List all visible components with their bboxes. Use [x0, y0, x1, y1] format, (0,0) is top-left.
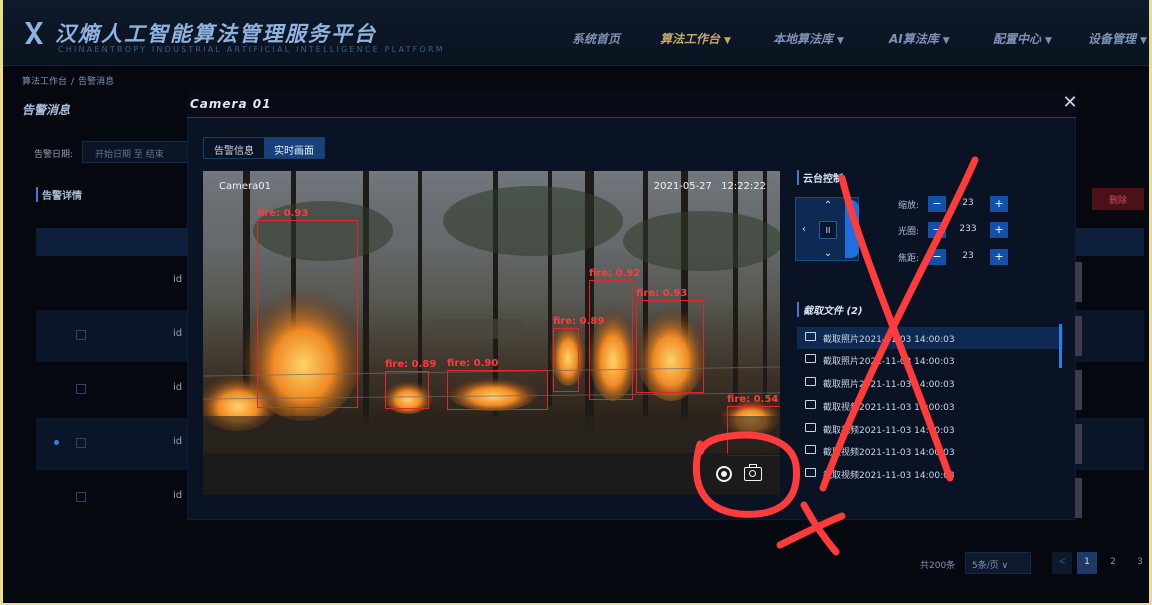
- video-timestamp: 2021-05-27 12:22:22: [653, 181, 766, 192]
- alert-date-label: 告警日期:: [34, 150, 74, 160]
- ptz-control-title: 云台控制: [797, 170, 843, 185]
- captured-files-title: 截取文件 (2): [797, 302, 863, 317]
- image-icon: [805, 332, 816, 341]
- close-icon[interactable]: ✕: [1060, 92, 1080, 114]
- background-row-bar: [1075, 262, 1081, 302]
- fire-detection-box: fire: 0.89: [553, 316, 604, 392]
- live-video: Camera01 2021-05-27 12:22:22 fire: 0.93 …: [203, 171, 780, 495]
- video-icon: [805, 468, 816, 477]
- row-checkbox[interactable]: [76, 384, 86, 394]
- nav-ai-algorithm-library[interactable]: AI算法库 ▼: [889, 30, 950, 47]
- focus-plus-button[interactable]: +: [990, 249, 1008, 265]
- page-size-select[interactable]: 5条/页 ∨: [965, 552, 1031, 574]
- fire-detection-box: fire: 0.92: [589, 268, 640, 400]
- unread-dot: [54, 440, 59, 445]
- background-row-bar: [1075, 424, 1081, 464]
- tab-alert-info[interactable]: 告警信息: [204, 138, 264, 158]
- delete-button[interactable]: 删除: [1092, 188, 1144, 210]
- pager-page-3[interactable]: 3: [1130, 552, 1150, 574]
- fire-detection-box: fire: 0.90: [447, 358, 548, 410]
- alert-details-title: 告警详情: [36, 187, 82, 202]
- modal-tabs: 告警信息 实时画面: [203, 137, 325, 159]
- page-title: 告警消息: [22, 103, 71, 117]
- focus-label: 焦距:: [898, 254, 920, 264]
- video-icon: [805, 400, 816, 409]
- zoom-label: 缩放:: [898, 201, 920, 211]
- list-scrollbar[interactable]: [1059, 324, 1062, 368]
- aperture-label: 光圈:: [898, 227, 920, 237]
- video-icon: [805, 445, 816, 454]
- captured-files-list: 截取照片2021-11-03 14:00:03 截取照片2021-11-03 1…: [797, 324, 1063, 494]
- list-item[interactable]: 截取视频2021-11-03 14:00:03: [797, 418, 1063, 440]
- list-item[interactable]: 截取视频2021-11-03 14:00:03: [797, 395, 1063, 417]
- pager-page-1[interactable]: 1: [1077, 552, 1097, 574]
- breadcrumb: 算法工作台 / 告警消息: [22, 77, 115, 87]
- nav-algorithm-workbench[interactable]: 算法工作台 ▼: [660, 30, 731, 47]
- nav-home[interactable]: 系统首页: [572, 30, 620, 47]
- logo-icon: [25, 22, 43, 44]
- focus-minus-button[interactable]: −: [928, 249, 946, 265]
- fire-detection-box: fire: 0.54: [727, 394, 780, 456]
- list-item[interactable]: 截取照片2021-11-03 14:00:03: [797, 327, 1063, 349]
- list-item[interactable]: 截取照片2021-11-03 14:00:03: [797, 372, 1063, 394]
- chevron-left-icon[interactable]: ‹: [797, 223, 811, 237]
- background-row-bar: [1075, 370, 1081, 410]
- background-row-bar: [1075, 316, 1081, 356]
- zoom-plus-button[interactable]: +: [990, 196, 1008, 212]
- background-row-bar: [1075, 478, 1081, 518]
- pager-page-2[interactable]: 2: [1103, 552, 1123, 574]
- image-icon: [805, 377, 816, 386]
- zoom-value: 23: [962, 198, 974, 208]
- pager-prev-button[interactable]: <: [1052, 552, 1072, 574]
- platform-title: 汉熵人工智能算法管理服务平台: [55, 22, 377, 46]
- row-checkbox[interactable]: [76, 330, 86, 340]
- row-checkbox[interactable]: [76, 492, 86, 502]
- aperture-minus-button[interactable]: −: [928, 222, 946, 238]
- pause-icon[interactable]: II: [819, 221, 837, 239]
- focus-value: 23: [962, 251, 974, 261]
- camera-icon[interactable]: [744, 464, 762, 481]
- record-icon[interactable]: [716, 466, 732, 482]
- chevron-up-icon[interactable]: ⌃: [821, 199, 835, 213]
- modal-header: [187, 90, 1076, 118]
- nav-local-algorithm-library[interactable]: 本地算法库 ▼: [773, 30, 844, 47]
- row-checkbox[interactable]: [76, 438, 86, 448]
- pager-total: 共200条: [920, 561, 956, 571]
- video-icon: [805, 423, 816, 432]
- fire-detection-box: fire: 0.93: [636, 288, 704, 393]
- aperture-plus-button[interactable]: +: [990, 222, 1008, 238]
- video-control-bar: [203, 453, 780, 495]
- camera-label: Camera01: [219, 181, 271, 192]
- list-item[interactable]: 截取视频2021-11-03 14:00:03: [797, 463, 1063, 485]
- chevron-right-button[interactable]: [845, 200, 859, 258]
- nav-config-center[interactable]: 配置中心 ▼: [993, 30, 1052, 47]
- platform-subtitle: CHINAENTROPY INDUSTRIAL ARTIFICIAL INTEL…: [58, 45, 445, 54]
- breadcrumb-alerts: 告警消息: [78, 77, 115, 87]
- list-item[interactable]: 截取视频2021-11-03 14:00:03: [797, 440, 1063, 462]
- image-icon: [805, 354, 816, 363]
- list-item[interactable]: 截取照片2021-11-03 14:00:03: [797, 349, 1063, 371]
- fire-detection-box: fire: 0.89: [385, 359, 436, 409]
- modal-title: Camera 01: [190, 97, 272, 111]
- aperture-value: 233: [959, 224, 977, 234]
- nav-device-management[interactable]: 设备管理 ▼: [1088, 30, 1147, 47]
- breadcrumb-workbench[interactable]: 算法工作台: [22, 77, 67, 87]
- zoom-minus-button[interactable]: −: [928, 196, 946, 212]
- fire-detection-box: fire: 0.93: [257, 208, 358, 408]
- date-range-picker[interactable]: 开始日期 至 结束: [82, 141, 192, 163]
- tab-live-view[interactable]: 实时画面: [264, 138, 324, 158]
- chevron-down-icon[interactable]: ⌄: [821, 247, 835, 261]
